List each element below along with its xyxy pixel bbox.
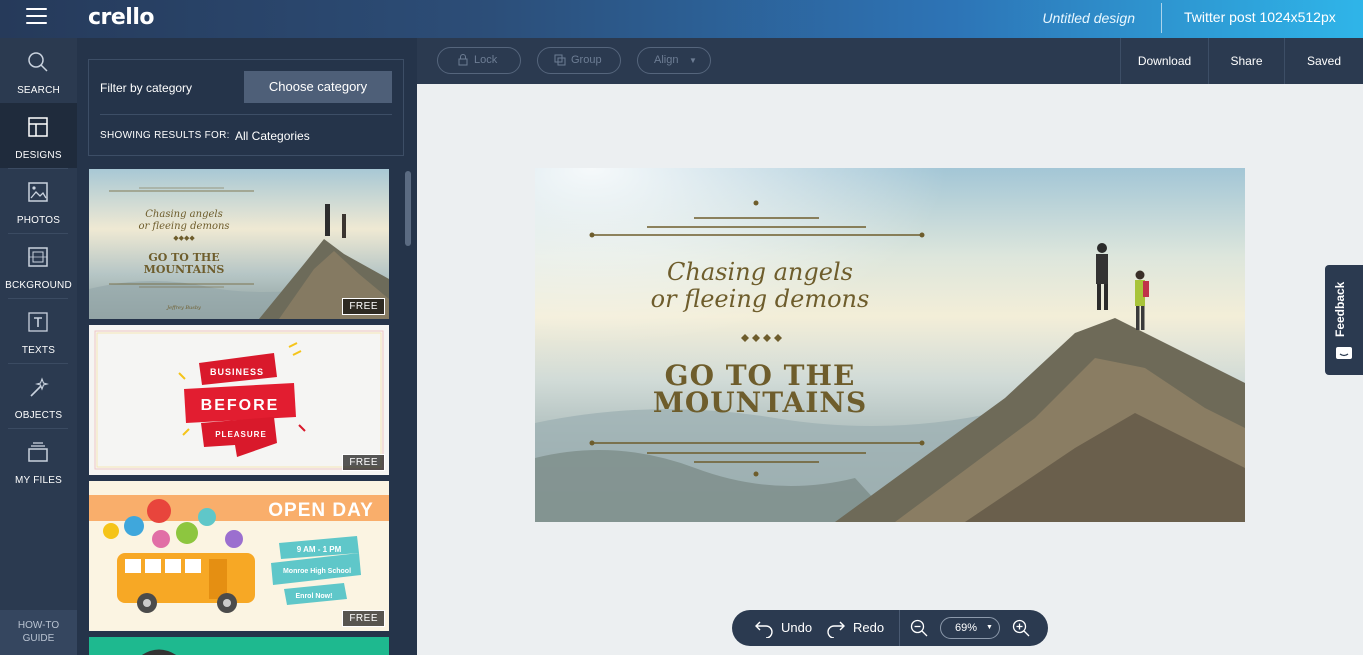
- template-open-day-title: OPEN DAY: [268, 500, 374, 521]
- share-button[interactable]: Share: [1208, 38, 1284, 84]
- choose-category-button[interactable]: Choose category: [244, 71, 392, 103]
- template-business-mid: BEFORE: [201, 397, 280, 414]
- design-canvas[interactable]: Chasing angels or fleeing demons GO TO T…: [535, 168, 1245, 522]
- filter-box: Filter by category Choose category SHOWI…: [88, 59, 404, 156]
- panel-scrollbar[interactable]: [405, 171, 411, 246]
- app-logo[interactable]: crello: [88, 5, 155, 30]
- showing-results-value: All Categories: [235, 129, 310, 143]
- designs-panel: Filter by category Choose category SHOWI…: [77, 38, 417, 655]
- divider: [899, 610, 900, 646]
- canvas-script-line1[interactable]: Chasing angels: [535, 258, 985, 286]
- lock-label: Lock: [474, 54, 498, 66]
- feedback-tab[interactable]: Feedback: [1325, 265, 1363, 375]
- chat-icon: [1336, 347, 1352, 359]
- sidebar-item-label: PHOTOS: [16, 215, 61, 226]
- zoom-value: 69%: [955, 622, 978, 634]
- sidebar-item-objects[interactable]: OBJECTS: [0, 363, 77, 428]
- align-label: Align: [654, 54, 679, 66]
- template-open-day-school: Monroe High School: [283, 568, 351, 575]
- feedback-label: Feedback: [1333, 281, 1347, 337]
- bottom-controls: Undo Redo 69% ▼: [732, 610, 1048, 646]
- howto-line1: HOW-TO: [17, 620, 60, 631]
- search-icon: [28, 52, 48, 72]
- menu-icon[interactable]: [26, 8, 47, 26]
- zoom-out-icon[interactable]: [910, 619, 928, 637]
- template-business-image: BUSINESS BEFORE PLEASURE: [94, 330, 384, 470]
- sidebar-item-label: MY FILES: [15, 475, 62, 486]
- sidebar-item-label: TEXTS: [21, 345, 56, 356]
- template-partial-image: [142, 649, 176, 655]
- template-open-day-time: 9 AM - 1 PM: [297, 545, 342, 554]
- free-badge: FREE: [342, 454, 385, 471]
- chevron-down-icon: ▼: [689, 56, 697, 65]
- template-line2: or fleeing demons: [138, 221, 229, 232]
- design-template-partial[interactable]: [89, 637, 389, 655]
- redo-icon: [827, 621, 845, 638]
- free-badge: FREE: [342, 298, 385, 315]
- template-business-bottom: PLEASURE: [215, 430, 267, 439]
- photos-icon: [28, 182, 48, 202]
- canvas-background-photo: [535, 168, 1245, 522]
- group-button[interactable]: Group: [537, 47, 621, 74]
- filter-label: Filter by category: [100, 81, 193, 95]
- objects-icon: [30, 377, 49, 397]
- sidebar-item-search[interactable]: SEARCH: [0, 38, 77, 103]
- align-button[interactable]: Align ▼: [637, 47, 711, 74]
- sidebar-item-photos[interactable]: PHOTOS: [0, 168, 77, 233]
- design-template-open-day[interactable]: OPEN DAY 9 AM - 1 PM Monroe High School …: [89, 481, 389, 631]
- top-bar: crello Untitled design Twitter post 1024…: [0, 0, 1363, 38]
- undo-icon: [755, 621, 773, 638]
- text-icon: [28, 312, 48, 332]
- design-template-mountains[interactable]: Chasing angels or fleeing demons ◆◆◆◆ GO…: [89, 169, 389, 319]
- divider: [100, 114, 392, 115]
- template-business-top: BUSINESS: [210, 367, 264, 377]
- canvas-script-line2[interactable]: or fleeing demons: [535, 285, 985, 313]
- files-icon: [28, 442, 48, 462]
- sidebar-rail: SEARCH DESIGNS PHOTOS BCKGROUND TEXTS OB…: [0, 38, 77, 655]
- svg-text:◆◆◆◆: ◆◆◆◆: [173, 235, 195, 242]
- lock-button[interactable]: Lock: [437, 47, 521, 74]
- template-signature: Jeffrey Busby: [166, 305, 201, 311]
- group-icon: [554, 54, 566, 66]
- undo-label: Undo: [781, 620, 813, 635]
- document-size[interactable]: Twitter post 1024x512px: [1184, 9, 1336, 25]
- canvas-title-line2[interactable]: MOUNTAINS: [535, 386, 985, 419]
- document-title[interactable]: Untitled design: [1042, 10, 1135, 26]
- designs-icon: [28, 117, 48, 137]
- chevron-down-icon: ▼: [986, 624, 993, 631]
- template-open-day-cta: Enrol Now!: [296, 593, 333, 600]
- download-button[interactable]: Download: [1120, 38, 1208, 84]
- saved-status: Saved: [1284, 38, 1363, 84]
- template-line1: Chasing angels: [145, 209, 222, 220]
- zoom-select[interactable]: 69% ▼: [940, 617, 1000, 639]
- redo-label: Redo: [853, 620, 885, 635]
- template-title2: MOUNTAINS: [144, 263, 225, 276]
- sidebar-item-label: BCKGROUND: [5, 280, 72, 291]
- editor-toolbar: Lock Group Align ▼ Download Share Saved: [417, 38, 1363, 84]
- sidebar-item-texts[interactable]: TEXTS: [0, 298, 77, 363]
- sidebar-item-my-files[interactable]: MY FILES: [0, 428, 77, 493]
- background-icon: [28, 247, 48, 267]
- howto-guide-link[interactable]: HOW-TO GUIDE: [0, 610, 77, 655]
- sidebar-item-designs[interactable]: DESIGNS: [0, 103, 77, 168]
- sidebar-item-background[interactable]: BCKGROUND: [0, 233, 77, 298]
- group-label: Group: [571, 54, 602, 66]
- sidebar-item-label: SEARCH: [17, 85, 60, 96]
- divider: [1161, 3, 1162, 33]
- free-badge: FREE: [342, 610, 385, 627]
- design-template-business[interactable]: BUSINESS BEFORE PLEASURE FREE: [89, 325, 389, 475]
- template-mountains-image: Chasing angels or fleeing demons ◆◆◆◆ GO…: [89, 169, 389, 319]
- template-open-day-image: OPEN DAY 9 AM - 1 PM Monroe High School …: [89, 495, 389, 613]
- lock-icon: [458, 54, 468, 66]
- sidebar-item-label: DESIGNS: [15, 150, 62, 161]
- zoom-in-icon[interactable]: [1012, 619, 1030, 637]
- showing-results-label: SHOWING RESULTS FOR:: [100, 130, 230, 141]
- sidebar-item-label: OBJECTS: [14, 410, 63, 421]
- howto-line2: GUIDE: [22, 633, 55, 644]
